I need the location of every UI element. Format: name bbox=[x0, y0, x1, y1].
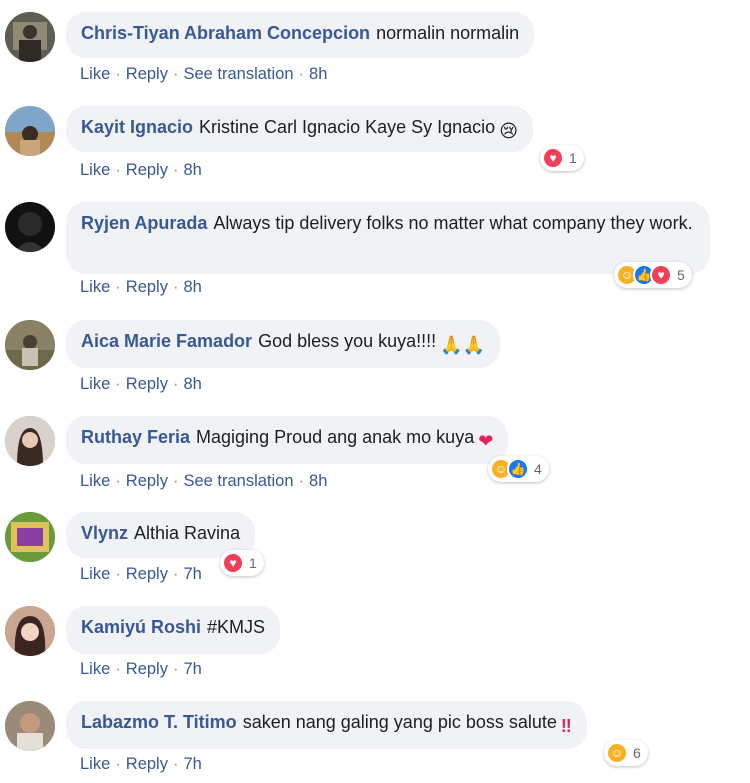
comment-bubble: Kamiyú Roshi #KMJS bbox=[66, 606, 281, 654]
reaction-summary[interactable]: ☺ 👍 ♥ 5 bbox=[614, 262, 692, 288]
comment-text: Althia Ravina bbox=[134, 523, 241, 543]
comment-time[interactable]: 7h bbox=[183, 565, 201, 583]
comment-actions: Like · Reply · 7h bbox=[80, 660, 202, 678]
comment-author[interactable]: Vlynz bbox=[81, 523, 128, 543]
avatar[interactable] bbox=[5, 12, 55, 62]
like-reaction-icon: 👍 bbox=[507, 458, 529, 480]
comment-actions: Like · Reply · 7h bbox=[80, 565, 202, 583]
comment-author[interactable]: Labazmo T. Titimo bbox=[81, 712, 237, 732]
comment-actions: Like · Reply · 8h bbox=[80, 375, 202, 393]
reply-link[interactable]: Reply bbox=[126, 161, 168, 179]
comment-author[interactable]: Kamiyú Roshi bbox=[81, 617, 201, 637]
comment-bubble: Chris-Tiyan Abraham Concepcion normalin n… bbox=[66, 12, 535, 58]
reaction-count: 4 bbox=[534, 461, 542, 477]
comment-author[interactable]: Ruthay Feria bbox=[81, 427, 190, 447]
like-link[interactable]: Like bbox=[80, 755, 110, 773]
comment-time[interactable]: 8h bbox=[183, 278, 201, 296]
reply-link[interactable]: Reply bbox=[126, 278, 168, 296]
comment-text: Magiging Proud ang anak mo kuya bbox=[196, 427, 475, 447]
like-link[interactable]: Like bbox=[80, 161, 110, 179]
comment-author[interactable]: Kayit Ignacio bbox=[81, 117, 193, 137]
comment-time[interactable]: 8h bbox=[183, 161, 201, 179]
comment-text: Always tip delivery folks no matter what… bbox=[213, 213, 693, 233]
see-translation-link[interactable]: See translation bbox=[183, 472, 293, 490]
reply-link[interactable]: Reply bbox=[126, 660, 168, 678]
love-reaction-icon: ♥ bbox=[542, 147, 564, 169]
comment-time[interactable]: 7h bbox=[183, 660, 201, 678]
comment-actions: Like · Reply · See translation · 8h bbox=[80, 65, 328, 83]
comment-text: saken nang galing yang pic boss salute bbox=[242, 712, 557, 732]
comment-bubble: Kayit Ignacio Kristine Carl Ignacio Kaye … bbox=[66, 106, 533, 152]
comment-bubble: Ruthay Feria Magiging Proud ang anak mo k… bbox=[66, 416, 509, 464]
reaction-count: 6 bbox=[633, 745, 641, 761]
like-link[interactable]: Like bbox=[80, 65, 110, 83]
comment-text: God bless you kuya!!!! bbox=[258, 331, 437, 351]
reaction-summary[interactable]: ☺ 👍 4 bbox=[488, 456, 549, 482]
like-link[interactable]: Like bbox=[80, 472, 110, 490]
comment-time[interactable]: 7h bbox=[183, 755, 201, 773]
avatar[interactable] bbox=[5, 512, 55, 562]
reaction-summary[interactable]: ♥ 1 bbox=[220, 550, 264, 576]
folded-hands-emoji-icon: 🙏🙏 bbox=[440, 335, 485, 355]
reply-link[interactable]: Reply bbox=[126, 65, 168, 83]
comment-actions: Like · Reply · 8h bbox=[80, 278, 202, 296]
avatar[interactable] bbox=[5, 320, 55, 370]
reaction-summary[interactable]: ☺ 6 bbox=[604, 740, 648, 766]
comment-time[interactable]: 8h bbox=[309, 65, 327, 83]
reaction-summary[interactable]: ♥ 1 bbox=[540, 145, 584, 171]
reply-link[interactable]: Reply bbox=[126, 755, 168, 773]
comment-author[interactable]: Chris-Tiyan Abraham Concepcion bbox=[81, 23, 370, 43]
reaction-count: 1 bbox=[249, 555, 257, 571]
comment-actions: Like · Reply · 8h bbox=[80, 161, 202, 179]
comment-bubble: Aica Marie Famador God bless you kuya!!!!… bbox=[66, 320, 500, 368]
avatar[interactable] bbox=[5, 202, 55, 252]
care-reaction-icon: ☺ bbox=[606, 742, 628, 764]
comment-time[interactable]: 8h bbox=[309, 472, 327, 490]
reply-link[interactable]: Reply bbox=[126, 565, 168, 583]
love-reaction-icon: ♥ bbox=[222, 552, 244, 574]
comment-text: #KMJS bbox=[207, 617, 266, 637]
comment-author[interactable]: Aica Marie Famador bbox=[81, 331, 252, 351]
reply-link[interactable]: Reply bbox=[126, 472, 168, 490]
reaction-count: 1 bbox=[569, 150, 577, 166]
comment-bubble: Labazmo T. Titimo saken nang galing yang … bbox=[66, 701, 587, 749]
love-reaction-icon: ♥ bbox=[650, 264, 672, 286]
like-link[interactable]: Like bbox=[80, 660, 110, 678]
comment-author[interactable]: Ryjen Apurada bbox=[81, 213, 207, 233]
reaction-count: 5 bbox=[677, 267, 685, 283]
see-translation-link[interactable]: See translation bbox=[183, 65, 293, 83]
double-exclamation-emoji-icon: ‼ bbox=[560, 716, 572, 736]
like-link[interactable]: Like bbox=[80, 375, 110, 393]
avatar[interactable] bbox=[5, 701, 55, 751]
avatar[interactable] bbox=[5, 106, 55, 156]
comment-bubble: Ryjen Apurada Always tip delivery folks n… bbox=[66, 202, 710, 274]
like-link[interactable]: Like bbox=[80, 565, 110, 583]
like-link[interactable]: Like bbox=[80, 278, 110, 296]
crying-emoji-icon: 😢 bbox=[499, 121, 518, 141]
avatar[interactable] bbox=[5, 416, 55, 466]
avatar[interactable] bbox=[5, 606, 55, 656]
comment-actions: Like · Reply · See translation · 8h bbox=[80, 472, 328, 490]
comment-actions: Like · Reply · 7h bbox=[80, 755, 202, 773]
comment-time[interactable]: 8h bbox=[183, 375, 201, 393]
heart-emoji-icon: ❤ bbox=[478, 431, 494, 451]
comment-text: normalin normalin bbox=[376, 23, 520, 43]
reply-link[interactable]: Reply bbox=[126, 375, 168, 393]
comment-text: Kristine Carl Ignacio Kaye Sy Ignacio bbox=[199, 117, 496, 137]
